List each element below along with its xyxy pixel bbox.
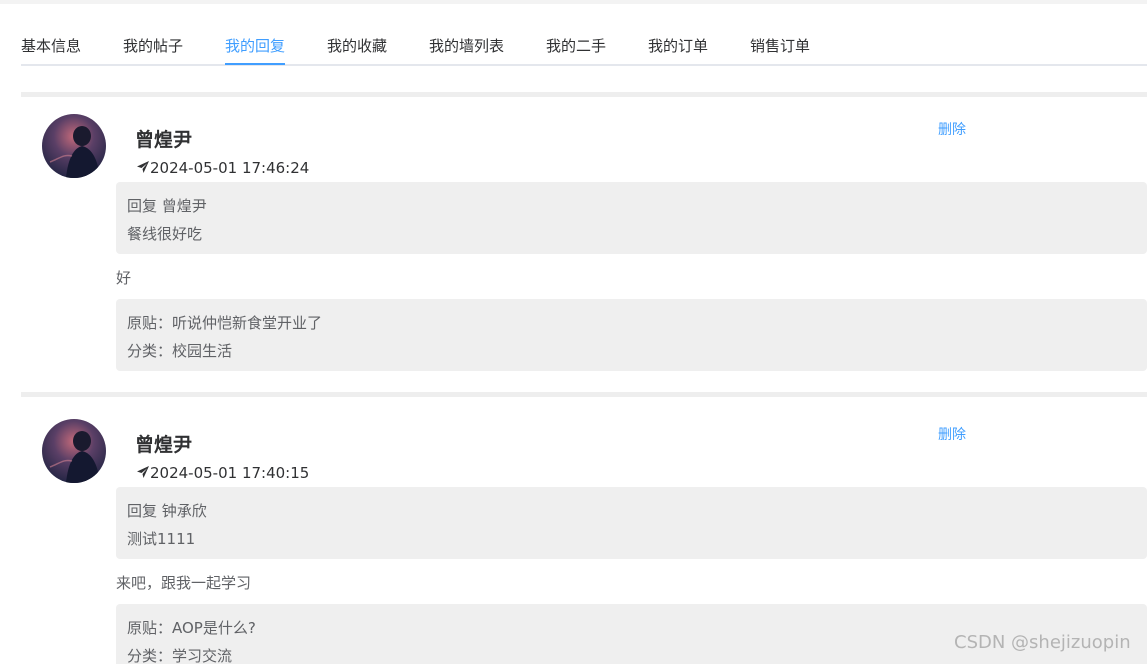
reply-card: 曾煌尹 2024-05-01 17:40:15 删除 回复 钟承欣 测试1111…	[21, 392, 1147, 664]
original-post-title[interactable]: 原贴：听说仲恺新食堂开业了	[127, 309, 1136, 337]
avatar[interactable]	[42, 114, 106, 178]
quoted-reply-box: 回复 曾煌尹 餐线很好吃	[116, 182, 1147, 254]
tab-basic-info[interactable]: 基本信息	[21, 35, 81, 57]
avatar-image	[42, 114, 106, 178]
avatar[interactable]	[42, 419, 106, 483]
reply-timestamp: 2024-05-01 17:40:15	[150, 464, 310, 482]
active-tab-indicator	[225, 63, 285, 65]
reply-content: 来吧，跟我一起学习	[116, 574, 252, 592]
send-icon	[137, 466, 149, 478]
reply-to-label: 回复 钟承欣	[127, 502, 207, 520]
reply-timestamp: 2024-05-01 17:46:24	[150, 159, 310, 177]
username: 曾煌尹	[135, 434, 193, 456]
tab-sales-orders[interactable]: 销售订单	[750, 35, 810, 57]
reply-card: 曾煌尹 2024-05-01 17:46:24 删除 回复 曾煌尹 餐线很好吃 …	[21, 92, 1147, 396]
original-post-box[interactable]: 原贴：听说仲恺新食堂开业了 分类：校园生活	[116, 299, 1147, 371]
tab-my-replies[interactable]: 我的回复	[225, 35, 285, 57]
delete-button[interactable]: 删除	[938, 120, 966, 140]
username: 曾煌尹	[135, 129, 193, 151]
reply-time: 2024-05-01 17:40:15	[136, 463, 309, 483]
tab-my-secondhand[interactable]: 我的二手	[546, 35, 606, 57]
reply-content: 好	[116, 269, 132, 287]
tab-my-walls[interactable]: 我的墙列表	[429, 35, 504, 57]
top-divider	[0, 0, 1147, 4]
quoted-content: 餐线很好吃	[127, 225, 203, 243]
quoted-content: 测试1111	[127, 530, 196, 548]
tab-my-favorites[interactable]: 我的收藏	[327, 35, 387, 57]
reply-time: 2024-05-01 17:46:24	[136, 158, 309, 178]
post-category: 分类：校园生活	[127, 342, 233, 360]
tab-my-posts[interactable]: 我的帖子	[123, 35, 183, 57]
page: 基本信息 我的帖子 我的回复 我的收藏 我的墙列表 我的二手 我的订单 销售订单	[0, 0, 1147, 664]
reply-to-label: 回复 曾煌尹	[127, 197, 207, 215]
tab-my-orders[interactable]: 我的订单	[648, 35, 708, 57]
profile-tabs: 基本信息 我的帖子 我的回复 我的收藏 我的墙列表 我的二手 我的订单 销售订单	[21, 26, 1147, 66]
avatar-image	[42, 419, 106, 483]
watermark: CSDN @shejizuopin	[954, 632, 1131, 653]
send-icon	[137, 161, 149, 173]
quoted-reply-box: 回复 钟承欣 测试1111	[116, 487, 1147, 559]
delete-button[interactable]: 删除	[938, 425, 966, 445]
